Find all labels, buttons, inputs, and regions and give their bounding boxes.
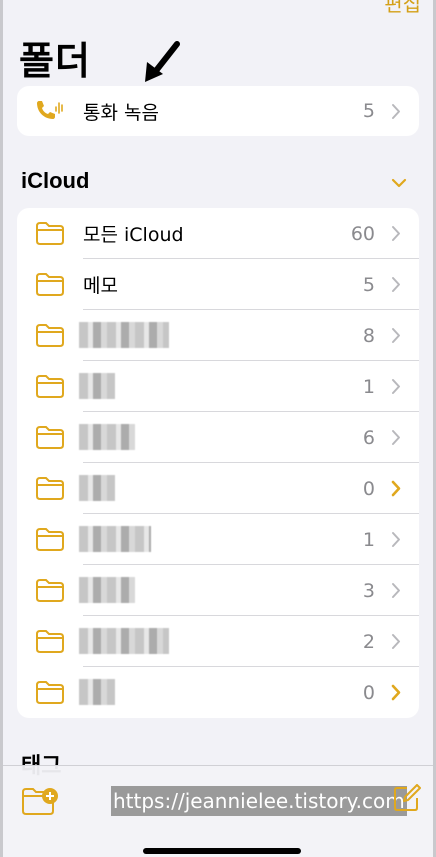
folder-row[interactable]: 8 bbox=[17, 310, 419, 361]
notes-folders-screen: 편집 폴더 통화 녹음 5 iCloud 모든 iCloud 60 메모 5 8 1 6 0 1… bbox=[3, 0, 433, 857]
folder-label: 모든 iCloud bbox=[83, 224, 184, 246]
chevron-right-icon bbox=[391, 684, 401, 701]
icloud-folder-list: 모든 iCloud 60 메모 5 8 1 6 0 1 3 2 0 bbox=[17, 208, 419, 718]
folder-label: 메모 bbox=[83, 275, 118, 297]
chevron-right-icon bbox=[392, 328, 400, 343]
folder-label: 통화 녹음 bbox=[83, 101, 159, 124]
compose-icon[interactable] bbox=[393, 784, 421, 812]
section-header-icloud[interactable]: iCloud bbox=[21, 168, 89, 194]
folder-count: 3 bbox=[362, 579, 375, 602]
folder-icon bbox=[36, 426, 64, 449]
new-folder-icon[interactable] bbox=[21, 786, 59, 816]
folder-icon bbox=[36, 273, 64, 296]
folder-icon bbox=[36, 375, 64, 398]
redacted-folder-label bbox=[79, 679, 115, 705]
folder-count: 8 bbox=[362, 324, 375, 347]
folder-row[interactable]: 1 bbox=[17, 514, 419, 565]
folder-row[interactable]: 6 bbox=[17, 412, 419, 463]
folder-row[interactable]: 0 bbox=[17, 463, 419, 514]
folder-icon bbox=[36, 324, 64, 347]
folder-icon bbox=[36, 477, 64, 500]
redacted-folder-label bbox=[79, 322, 169, 348]
folder-count: 6 bbox=[362, 426, 375, 449]
folder-count: 1 bbox=[362, 375, 375, 398]
folder-count: 5 bbox=[362, 273, 375, 296]
arrow-annotation-icon bbox=[145, 41, 180, 82]
folder-count: 60 bbox=[350, 222, 375, 245]
folder-row[interactable]: 3 bbox=[17, 565, 419, 616]
folder-icon bbox=[36, 528, 64, 551]
folder-count: 0 bbox=[362, 477, 375, 500]
folder-icon bbox=[36, 579, 64, 602]
folder-count: 1 bbox=[362, 528, 375, 551]
phone-waveform-icon bbox=[37, 101, 63, 119]
folder-row[interactable]: 모든 iCloud 60 bbox=[17, 208, 419, 259]
folder-row[interactable]: 0 bbox=[17, 667, 419, 718]
folder-count: 0 bbox=[362, 681, 375, 704]
chevron-right-icon bbox=[392, 430, 400, 445]
redacted-folder-label bbox=[79, 424, 135, 450]
folder-row[interactable]: 메모 5 bbox=[17, 259, 419, 310]
chevron-right-icon bbox=[391, 480, 401, 497]
chevron-right-icon bbox=[392, 634, 400, 649]
folder-row-call-recordings[interactable]: 통화 녹음 5 bbox=[17, 86, 419, 136]
chevron-down-icon[interactable] bbox=[391, 178, 407, 188]
folder-count: 5 bbox=[362, 100, 375, 122]
folder-icon bbox=[36, 222, 64, 245]
watermark-url: https://jeannielee.tistory.com bbox=[111, 786, 407, 816]
bottom-toolbar: https://jeannielee.tistory.com bbox=[3, 765, 433, 857]
folder-icon bbox=[36, 630, 64, 653]
page-title: 폴더 bbox=[19, 39, 91, 83]
home-indicator bbox=[143, 848, 301, 854]
folder-count: 2 bbox=[362, 630, 375, 653]
redacted-folder-label bbox=[79, 577, 135, 603]
call-recordings-card: 통화 녹음 5 bbox=[17, 86, 419, 136]
chevron-right-icon bbox=[392, 226, 400, 241]
folder-icon bbox=[36, 681, 64, 704]
chevron-right-icon bbox=[392, 379, 400, 394]
folder-row[interactable]: 2 bbox=[17, 616, 419, 667]
redacted-folder-label bbox=[79, 373, 115, 399]
redacted-folder-label bbox=[79, 628, 169, 654]
redacted-folder-label bbox=[79, 475, 115, 501]
edit-button[interactable]: 편집 bbox=[384, 0, 421, 17]
chevron-right-icon bbox=[392, 532, 400, 547]
chevron-right-icon bbox=[392, 277, 400, 292]
chevron-right-icon bbox=[392, 104, 400, 119]
folder-row[interactable]: 1 bbox=[17, 361, 419, 412]
chevron-right-icon bbox=[392, 583, 400, 598]
redacted-folder-label bbox=[79, 526, 151, 552]
